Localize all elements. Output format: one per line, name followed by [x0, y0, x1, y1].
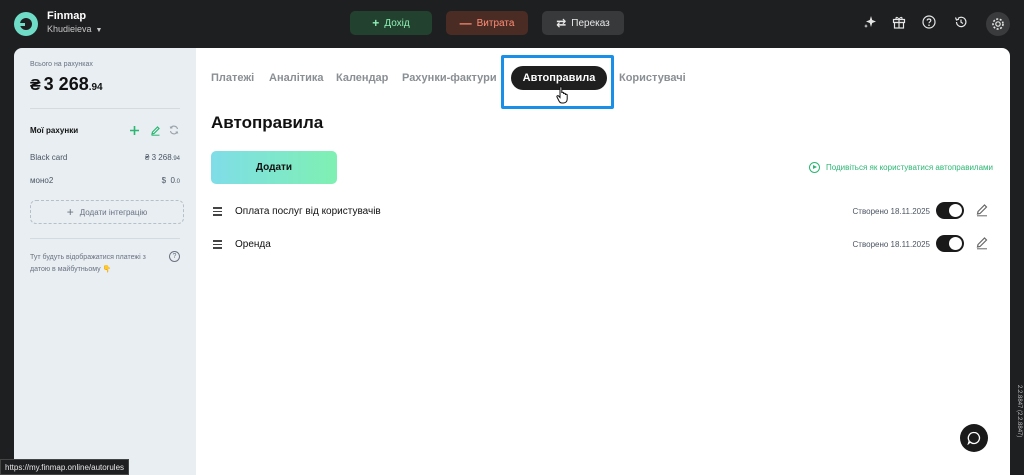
rule-name: Оплата послуг від користувачів [235, 206, 381, 217]
add-expense-button[interactable]: — Витрата [446, 11, 528, 35]
rule-enabled-toggle[interactable] [936, 202, 964, 219]
account-name: Black card [30, 153, 68, 162]
account-currency: ₴ [144, 153, 150, 162]
status-url: https://my.finmap.online/autorules [0, 459, 130, 475]
add-integration-button[interactable]: + Додати інтеграцію [30, 200, 184, 224]
total-label: Всього на рахунках [30, 61, 93, 68]
help-icon[interactable] [921, 14, 937, 30]
chat-bubble-icon [967, 431, 981, 445]
account-name: моно2 [30, 176, 54, 185]
sparkle-icon[interactable] [862, 14, 878, 30]
total-cents: .94 [88, 82, 103, 93]
top-bar: Finmap Khudieieva ▼ + Дохід — Витрата ⇄ П… [0, 0, 1024, 48]
account-balance: ₴ 3 268.94 [145, 153, 180, 162]
tab-calendar[interactable]: Календар [336, 72, 388, 84]
account-cents: .94 [171, 156, 180, 162]
plus-icon: + [66, 205, 74, 219]
tab-payments[interactable]: Платежі [211, 72, 254, 84]
future-payments-hint: Тут будуть відображатися платежі з датою… [30, 254, 146, 273]
howto-link[interactable]: Подивіться як користуватися автоправилам… [808, 162, 993, 173]
rule-name: Оренда [235, 239, 271, 250]
rule-created-date: Створено 18.11.2025 [852, 240, 930, 249]
add-transfer-label: Переказ [571, 17, 610, 29]
brand-name: Finmap [47, 10, 87, 22]
gear-icon[interactable] [986, 12, 1010, 36]
question-icon[interactable]: ? [169, 251, 180, 262]
pencil-icon[interactable] [975, 236, 989, 250]
company-name: Khudieieva [47, 24, 92, 34]
rule-enabled-toggle[interactable] [936, 235, 964, 252]
add-integration-label: Додати інтеграцію [79, 207, 148, 217]
pencil-icon[interactable] [975, 203, 989, 217]
howto-link-label: Подивіться як користуватися автоправилам… [825, 163, 993, 172]
total-balance: ₴ 3 268.94 [30, 74, 103, 95]
account-balance: $ 0.0 [162, 176, 180, 185]
brand-switcher[interactable]: Finmap Khudieieva ▼ [14, 11, 102, 36]
add-rule-button[interactable]: Додати [211, 151, 337, 184]
total-currency: ₴ [30, 77, 41, 94]
add-transfer-button[interactable]: ⇄ Переказ [542, 11, 624, 35]
add-account-icon[interactable] [128, 124, 140, 136]
rule-row[interactable]: Оплата послуг від користувачів Створено … [211, 200, 993, 224]
finmap-logo-icon [14, 11, 38, 36]
tab-users[interactable]: Користувачі [619, 72, 686, 84]
play-icon [808, 162, 820, 173]
accounts-sidebar: Всього на рахунках ₴ 3 268.94 Мої рахунки… [14, 48, 196, 475]
chat-button[interactable] [960, 424, 988, 452]
account-amount: 3 268 [151, 153, 172, 162]
edit-accounts-icon[interactable] [149, 124, 161, 136]
app-version: 2.2.8847 (2.2.8847) [1016, 385, 1022, 438]
tab-analytics[interactable]: Аналітика [269, 72, 324, 84]
drag-handle-icon[interactable] [213, 240, 222, 249]
hand-cursor-icon [556, 86, 568, 104]
total-amount: 3 268 [43, 74, 89, 94]
plus-icon: + [372, 16, 380, 30]
rule-row[interactable]: Оренда Створено 18.11.2025 [211, 233, 993, 257]
tab-invoices[interactable]: Рахунки-фактури [402, 72, 497, 84]
account-row[interactable]: Black card ₴ 3 268.94 [30, 153, 180, 165]
refresh-icon[interactable] [168, 124, 180, 136]
gift-icon[interactable] [891, 14, 907, 30]
add-income-button[interactable]: + Дохід [350, 11, 432, 35]
divider [30, 238, 180, 239]
my-accounts-title: Мої рахунки [30, 126, 79, 135]
page-title: Автоправила [211, 113, 324, 132]
minus-icon: — [459, 16, 472, 30]
add-income-label: Дохід [384, 17, 410, 29]
drag-handle-icon[interactable] [213, 207, 222, 216]
rule-created-date: Створено 18.11.2025 [852, 207, 930, 216]
account-row[interactable]: моно2 $ 0.0 [30, 176, 180, 188]
divider [30, 108, 180, 109]
history-icon[interactable] [953, 14, 969, 30]
main-content: Платежі Аналітика Календар Рахунки-факту… [196, 48, 1010, 475]
account-currency: $ [161, 176, 167, 185]
add-expense-label: Витрата [476, 17, 515, 29]
transfer-arrows-icon: ⇄ [556, 16, 567, 30]
chevron-down-icon: ▼ [95, 27, 103, 34]
account-cents: .0 [174, 179, 180, 185]
